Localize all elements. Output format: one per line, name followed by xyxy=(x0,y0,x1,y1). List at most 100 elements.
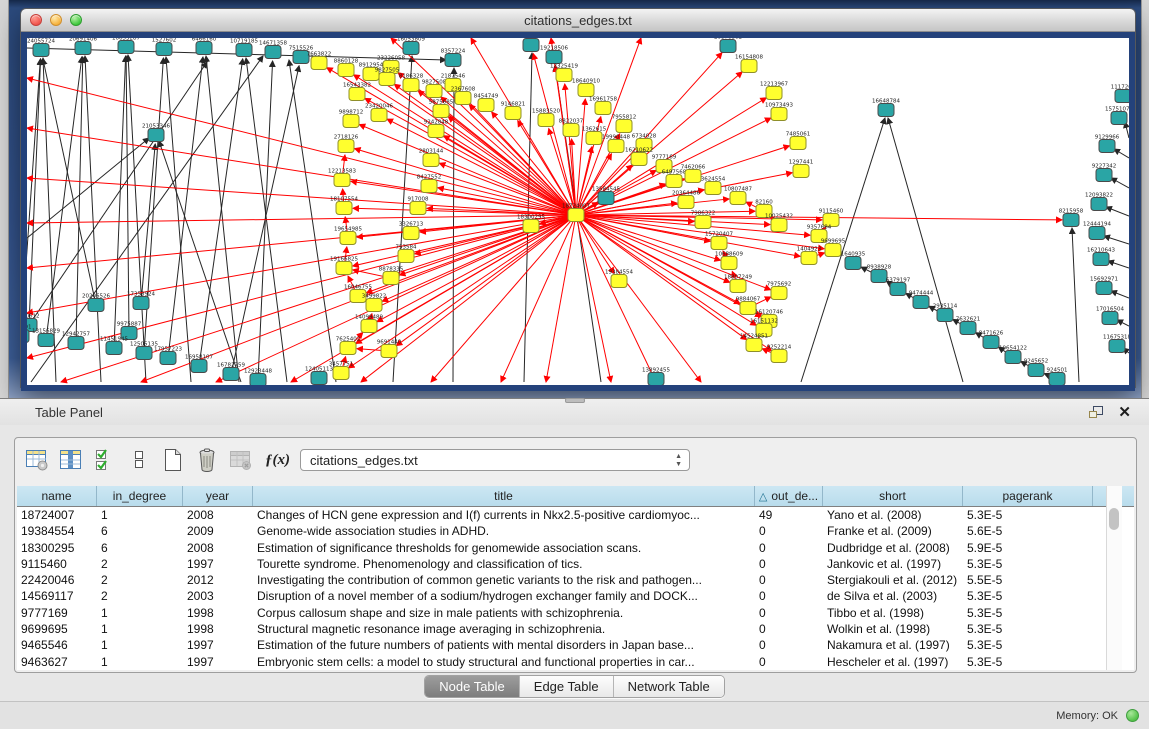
column-header-in_degree[interactable]: in_degree xyxy=(97,486,183,506)
graph-node[interactable]: 13892455 xyxy=(642,368,670,386)
graph-node[interactable]: 1297441 xyxy=(789,160,814,178)
graph-node[interactable]: 12405113 xyxy=(305,367,333,385)
graph-node[interactable]: 8357224 xyxy=(441,49,466,67)
table-row[interactable]: 977716911998Corpus callosum shape and si… xyxy=(17,605,1134,621)
graph-node[interactable]: 1640935 xyxy=(841,252,866,270)
table-scrollbar[interactable] xyxy=(1106,486,1122,670)
graph-node[interactable]: 924501 xyxy=(1047,368,1068,386)
table-row[interactable]: 1872400712008Changes of HCN gene express… xyxy=(17,507,1134,523)
graph-node[interactable]: 16648784 xyxy=(872,99,900,117)
splitter-grip[interactable] xyxy=(565,398,585,403)
graph-node[interactable]: 23420046 xyxy=(365,104,393,122)
graph-node[interactable]: 3499822 xyxy=(362,294,387,312)
graph-node[interactable]: 15720407 xyxy=(705,232,733,250)
graph-node[interactable]: 8878335 xyxy=(379,267,404,285)
graph-node[interactable]: 7485061 xyxy=(786,132,811,150)
graph-node[interactable]: 18107554 xyxy=(330,197,358,215)
graph-node[interactable]: 21053346 xyxy=(142,124,170,142)
scrollbar-thumb[interactable] xyxy=(1109,508,1119,530)
graph-node[interactable]: 1527602 xyxy=(152,38,177,56)
graph-node[interactable]: 24055724 xyxy=(27,39,55,57)
graph-node[interactable]: 6466160 xyxy=(192,38,217,55)
graph-node[interactable]: 10973493 xyxy=(765,103,793,121)
close-panel-icon[interactable]: ✕ xyxy=(1118,405,1131,420)
graph-node[interactable]: 8215958 xyxy=(1059,209,1084,227)
network-canvas[interactable]: 2405572420691406106532871527602646616010… xyxy=(21,32,1135,391)
graph-node[interactable]: 12213967 xyxy=(760,82,788,100)
column-header-out_de[interactable]: △out_de... xyxy=(755,486,823,506)
select-column-button[interactable] xyxy=(57,446,85,474)
graph-node[interactable]: 10807487 xyxy=(724,187,752,205)
table-row[interactable]: 911546021997Tourette syndrome. Phenomeno… xyxy=(17,556,1134,572)
graph-node[interactable]: 9242848 xyxy=(424,120,449,138)
network-window[interactable]: citations_edges.txt 24055724206914061065… xyxy=(20,8,1136,388)
table-row[interactable]: 1456911722003Disruption of a novel membe… xyxy=(17,588,1134,604)
table-row[interactable]: 969969511998Structural magnetic resonanc… xyxy=(17,621,1134,637)
graph-node[interactable]: 20364486 xyxy=(672,191,700,209)
tab-edge-table[interactable]: Edge Table xyxy=(520,676,614,697)
graph-node[interactable]: 20691406 xyxy=(69,38,97,55)
graph-node[interactable]: 18640910 xyxy=(572,79,600,97)
graph-node[interactable]: 7955812 xyxy=(612,115,637,133)
minimize-window-button[interactable] xyxy=(50,14,62,26)
function-builder-icon[interactable]: ƒ(x) xyxy=(265,452,290,469)
graph-node[interactable]: 917008 xyxy=(408,197,429,215)
graph-node[interactable]: 15751074 xyxy=(1105,107,1129,125)
window-titlebar[interactable]: citations_edges.txt xyxy=(21,9,1135,32)
graph-node[interactable]: 8454749 xyxy=(474,94,499,112)
graph-node[interactable]: 6379197 xyxy=(886,278,911,296)
graph-node[interactable]: 16053809 xyxy=(397,38,425,55)
graph-node[interactable]: 2718126 xyxy=(334,135,359,153)
graph-node[interactable]: 7625402 xyxy=(336,337,361,355)
table-row[interactable]: 946362711997Embryonic stem cells: a mode… xyxy=(17,654,1134,670)
graph-node[interactable]: 12213583 xyxy=(328,169,356,187)
table-row[interactable]: 1938455462009Genome-wide association stu… xyxy=(17,523,1134,539)
graph-node[interactable]: 9252214 xyxy=(767,345,792,363)
close-window-button[interactable] xyxy=(30,14,42,26)
graph-node[interactable]: 1117264 xyxy=(1111,85,1129,103)
graph-node[interactable]: 10025432 xyxy=(765,214,793,232)
memory-status-dot[interactable] xyxy=(1126,709,1139,722)
column-header-title[interactable]: title xyxy=(253,486,755,506)
graph-node[interactable]: 13156829 xyxy=(32,329,60,347)
graph-node[interactable]: 12942757 xyxy=(62,332,90,350)
tab-network-table[interactable]: Network Table xyxy=(614,676,724,697)
select-rows-button[interactable] xyxy=(91,446,119,474)
graph-node[interactable]: 19654985 xyxy=(334,227,362,245)
table-row[interactable]: 2242004622012Investigating the contribut… xyxy=(17,572,1134,588)
graph-node[interactable]: 10688609 xyxy=(715,252,743,270)
table-source-select[interactable]: citations_edges.txt ▲▼ xyxy=(300,449,690,471)
graph-node[interactable]: 3624554 xyxy=(701,177,726,195)
graph-node[interactable]: 7663822 xyxy=(307,52,332,70)
graph-node[interactable]: 19218506 xyxy=(540,46,568,64)
graph-node[interactable]: 9474444 xyxy=(909,291,934,309)
graph-node[interactable]: 8822037 xyxy=(559,119,584,137)
column-header-year[interactable]: year xyxy=(183,486,253,506)
graph-node[interactable]: 9146821 xyxy=(501,102,526,120)
graph-node[interactable]: 991591 xyxy=(27,325,32,343)
graph-node[interactable]: 11451945 xyxy=(100,337,128,355)
column-header-pagerank[interactable]: pagerank xyxy=(963,486,1093,506)
graph-node[interactable]: 16782759 xyxy=(217,363,245,381)
graph-node[interactable]: 18807249 xyxy=(724,275,752,293)
graph-node[interactable]: 16210643 xyxy=(1087,248,1115,266)
graph-node[interactable]: 7986322 xyxy=(691,211,716,229)
graph-node[interactable]: 9691440 xyxy=(377,340,402,358)
new-table-button[interactable] xyxy=(159,446,187,474)
graph-node[interactable]: 16154808 xyxy=(735,55,763,73)
graph-node[interactable]: 17353924 xyxy=(127,292,155,310)
graph-node[interactable]: 17957223 xyxy=(154,347,182,365)
table-row[interactable]: 946554611997Estimation of the future num… xyxy=(17,637,1134,653)
graph-node[interactable]: 2367608 xyxy=(451,87,476,105)
graph-node[interactable]: 753584 xyxy=(396,245,417,263)
graph-node[interactable]: 8186328 xyxy=(399,74,424,92)
zoom-window-button[interactable] xyxy=(70,14,82,26)
float-panel-icon[interactable] xyxy=(1088,405,1104,419)
graph-node[interactable]: 8427552 xyxy=(417,175,442,193)
table-settings-button[interactable] xyxy=(23,446,51,474)
graph-node[interactable]: 11675318 xyxy=(1103,335,1129,353)
table-row[interactable]: 1830029562008Estimation of significance … xyxy=(17,540,1134,556)
graph-node[interactable]: 7632621 xyxy=(956,317,981,335)
row-height-button[interactable] xyxy=(125,446,153,474)
graph-node[interactable]: 15883520 xyxy=(532,109,560,127)
